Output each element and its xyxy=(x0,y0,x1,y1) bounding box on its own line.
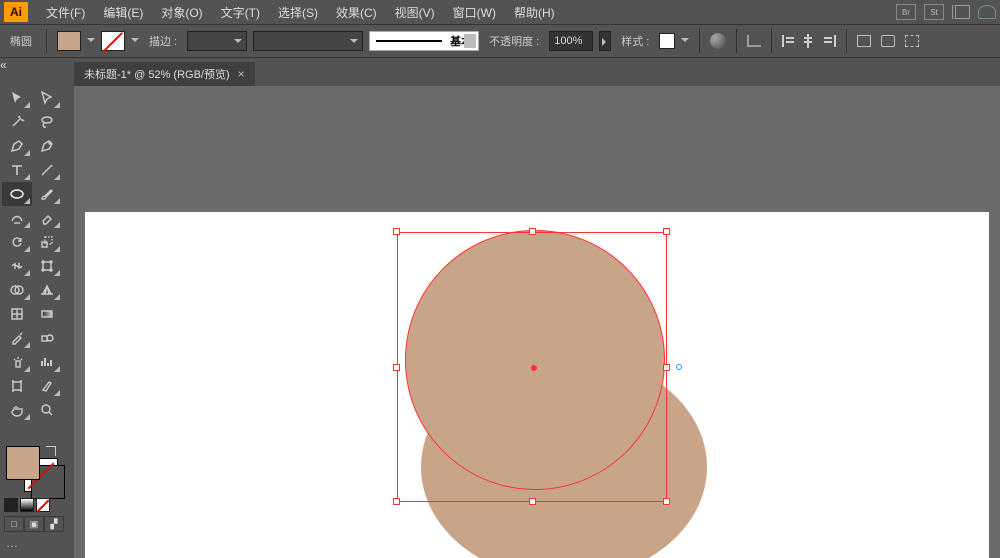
menu-window[interactable]: 窗口(W) xyxy=(445,2,504,23)
recolor-icon[interactable] xyxy=(710,33,726,49)
scale-tool[interactable] xyxy=(32,230,62,254)
paintbrush-tool[interactable] xyxy=(32,182,62,206)
artboard[interactable] xyxy=(85,212,989,558)
none-mode-icon[interactable] xyxy=(36,498,50,512)
opacity-stepper[interactable] xyxy=(599,31,611,51)
document-tabs: 未标题-1* @ 52% (RGB/预览) × xyxy=(74,62,1000,86)
handle-ne[interactable] xyxy=(663,228,670,235)
menu-select[interactable]: 选择(S) xyxy=(270,2,326,23)
free-transform-tool[interactable] xyxy=(32,254,62,278)
bridge-link-icon[interactable]: Br xyxy=(896,4,916,20)
handle-sw[interactable] xyxy=(393,498,400,505)
arrange-documents-icon[interactable] xyxy=(952,5,970,19)
hand-tool[interactable] xyxy=(2,398,32,422)
handle-nw[interactable] xyxy=(393,228,400,235)
active-tool-label: 椭圆 xyxy=(6,33,36,49)
color-mode-icon[interactable] xyxy=(4,498,18,512)
transform-icon[interactable] xyxy=(857,35,871,47)
symbol-sprayer-tool[interactable] xyxy=(2,350,32,374)
screen-mode-icon[interactable]: … xyxy=(6,536,18,550)
tools-panel xyxy=(2,86,62,422)
isolate-icon[interactable] xyxy=(881,35,895,47)
slice-tool[interactable] xyxy=(32,374,62,398)
fill-swatch[interactable] xyxy=(57,31,81,51)
handle-n[interactable] xyxy=(529,228,536,235)
zoom-tool[interactable] xyxy=(32,398,62,422)
stroke-weight-label: 描边 : xyxy=(145,33,181,49)
variable-width-dropdown[interactable] xyxy=(253,31,363,51)
draw-behind-icon[interactable]: ▣ xyxy=(24,516,44,532)
fill-stroke-proxy[interactable] xyxy=(4,444,60,494)
graphic-style-swatch[interactable] xyxy=(659,33,675,49)
width-tool[interactable] xyxy=(2,254,32,278)
eraser-tool[interactable] xyxy=(32,206,62,230)
menu-file[interactable]: 文件(F) xyxy=(38,2,93,23)
menu-edit[interactable]: 编辑(E) xyxy=(95,2,151,23)
column-graph-tool[interactable] xyxy=(32,350,62,374)
magic-wand-tool[interactable] xyxy=(2,110,32,134)
line-tool[interactable] xyxy=(32,158,62,182)
document-title: 未标题-1* @ 52% (RGB/预览) xyxy=(84,66,230,82)
gradient-mode-icon[interactable] xyxy=(20,498,34,512)
align-hcenter-icon[interactable] xyxy=(802,35,816,47)
opacity-label: 不透明度 : xyxy=(485,33,543,49)
menu-view[interactable]: 视图(V) xyxy=(387,2,443,23)
chevron-down-icon[interactable] xyxy=(87,38,95,46)
ellipse-tool[interactable] xyxy=(2,182,32,206)
handle-se[interactable] xyxy=(663,498,670,505)
draw-normal-icon[interactable]: □ xyxy=(4,516,24,532)
brush-definition-dropdown[interactable]: 基本 xyxy=(369,31,479,51)
selection-tool[interactable] xyxy=(2,86,32,110)
menu-object[interactable]: 对象(O) xyxy=(153,2,210,23)
options-bar: 椭圆 描边 : 基本 不透明度 : 100% 样式 : xyxy=(0,24,1000,58)
perspective-grid-tool[interactable] xyxy=(32,278,62,302)
menubar: Ai 文件(F) 编辑(E) 对象(O) 文字(T) 选择(S) 效果(C) 视… xyxy=(0,0,1000,24)
chevron-down-icon[interactable] xyxy=(681,38,689,46)
shaper-tool[interactable] xyxy=(2,206,32,230)
gradient-tool[interactable] xyxy=(32,302,62,326)
document-tab[interactable]: 未标题-1* @ 52% (RGB/预览) × xyxy=(74,62,255,86)
sync-icon[interactable] xyxy=(978,5,996,19)
pie-widget-icon[interactable] xyxy=(676,364,682,370)
stock-link-icon[interactable]: St xyxy=(924,4,944,20)
fill-proxy[interactable] xyxy=(6,446,40,480)
align-right-icon[interactable] xyxy=(822,35,836,47)
opacity-input[interactable]: 100% xyxy=(549,31,593,51)
mesh-tool[interactable] xyxy=(2,302,32,326)
selection-center-point[interactable] xyxy=(531,365,537,371)
close-icon[interactable]: × xyxy=(238,67,245,81)
menu-type[interactable]: 文字(T) xyxy=(213,2,268,23)
swap-fill-stroke-icon[interactable] xyxy=(46,446,56,456)
rotate-tool[interactable] xyxy=(2,230,32,254)
pen-tool[interactable] xyxy=(2,134,32,158)
blend-tool[interactable] xyxy=(32,326,62,350)
handle-s[interactable] xyxy=(529,498,536,505)
lasso-tool[interactable] xyxy=(32,110,62,134)
type-tool[interactable] xyxy=(2,158,32,182)
align-to-icon[interactable] xyxy=(747,35,761,47)
eyedropper-tool[interactable] xyxy=(2,326,32,350)
document-area[interactable] xyxy=(74,86,1000,558)
align-left-icon[interactable] xyxy=(782,35,796,47)
artboard-tool[interactable] xyxy=(2,374,32,398)
stroke-swatch[interactable] xyxy=(101,31,125,51)
shape-builder-tool[interactable] xyxy=(2,278,32,302)
stroke-weight-dropdown[interactable] xyxy=(187,31,247,51)
style-label: 样式 : xyxy=(617,33,653,49)
menu-help[interactable]: 帮助(H) xyxy=(506,2,563,23)
app-logo[interactable]: Ai xyxy=(4,2,28,22)
draw-inside-icon[interactable]: ▞ xyxy=(44,516,64,532)
handle-e[interactable] xyxy=(663,364,670,371)
chevron-down-icon[interactable] xyxy=(131,38,139,46)
curvature-tool[interactable] xyxy=(32,134,62,158)
menu-effect[interactable]: 效果(C) xyxy=(328,2,385,23)
handle-w[interactable] xyxy=(393,364,400,371)
direct-selection-tool[interactable] xyxy=(32,86,62,110)
panel-dock-toggle[interactable]: « xyxy=(0,58,10,68)
more-options-icon[interactable] xyxy=(905,35,919,47)
